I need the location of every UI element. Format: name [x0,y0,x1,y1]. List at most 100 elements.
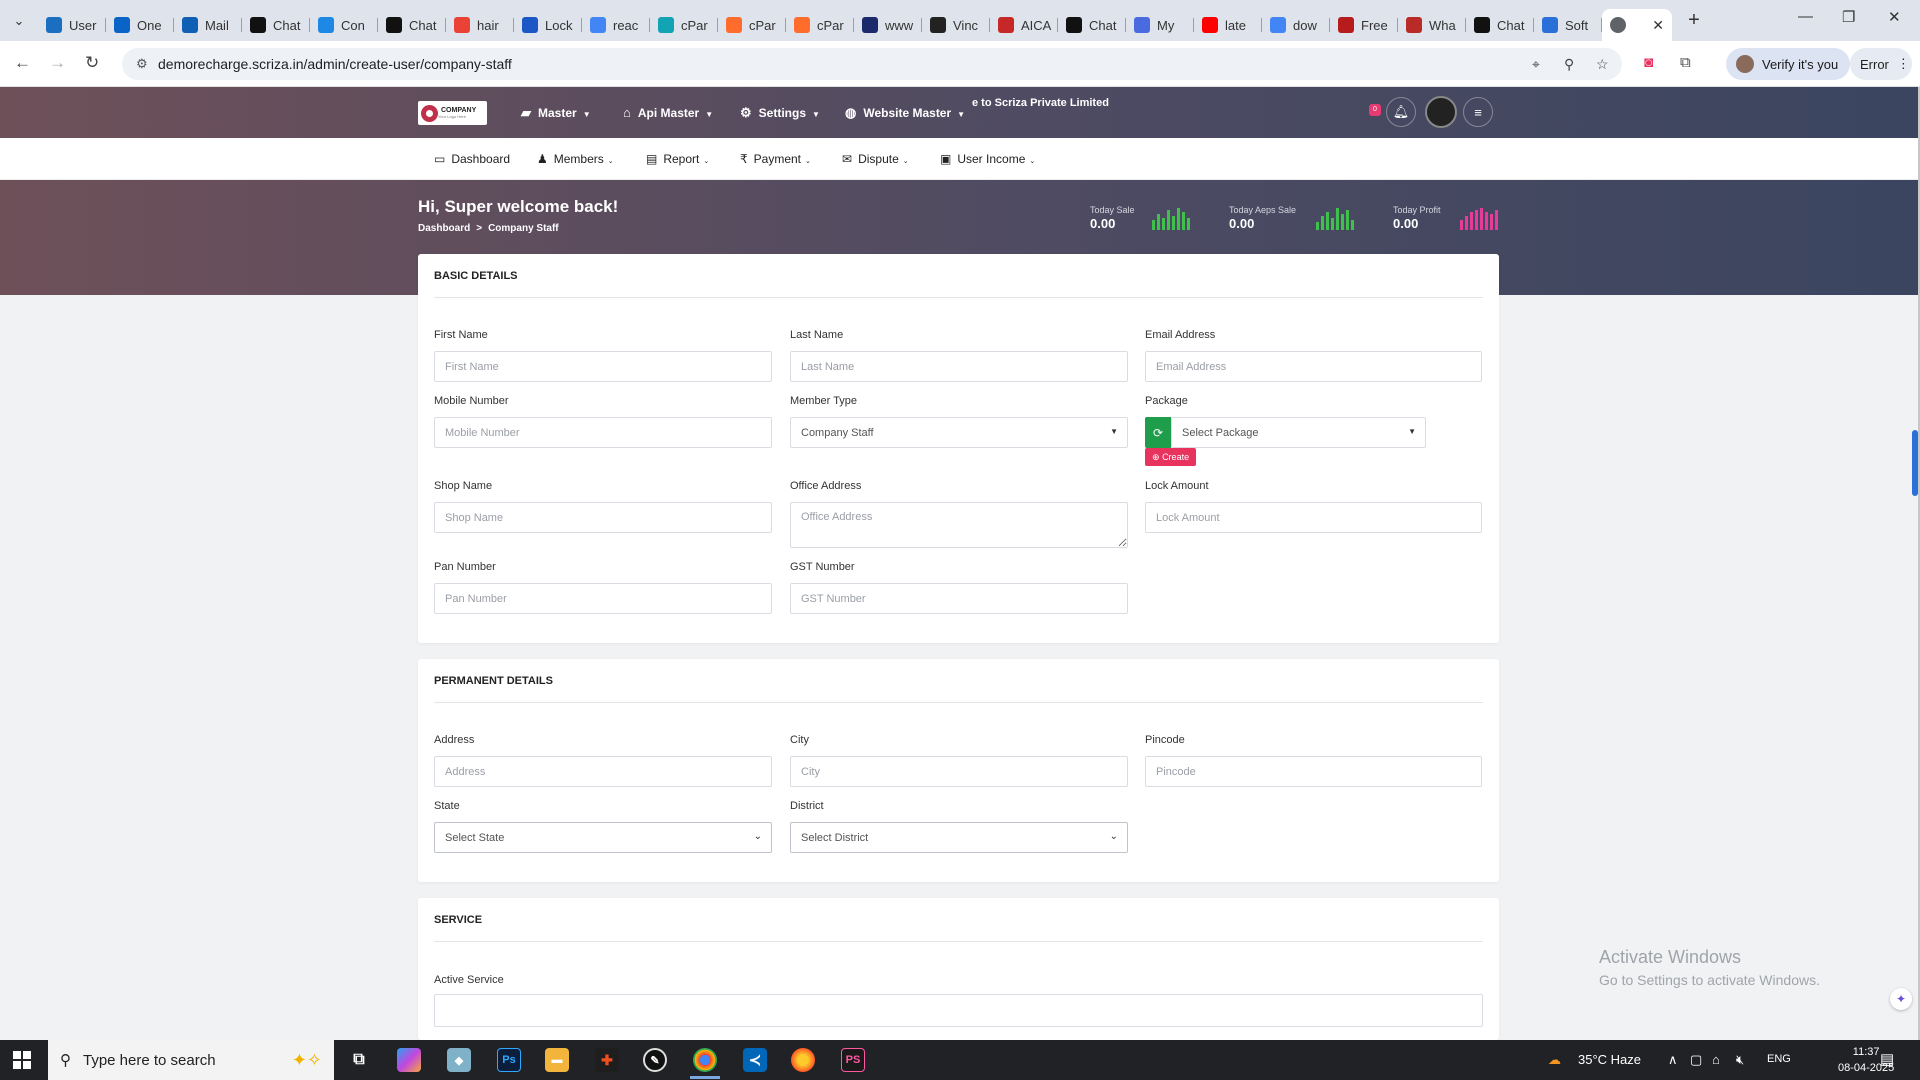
minimize-icon[interactable]: — [1798,8,1813,25]
pincode-input[interactable] [1145,756,1482,787]
weather-icon[interactable]: ☁ [1548,1052,1561,1068]
vscode-icon[interactable]: ≺ [743,1048,767,1072]
copilot-app-icon[interactable] [397,1048,421,1072]
browser-tab[interactable]: Wha [1398,9,1466,41]
lock-amount-input[interactable] [1145,502,1482,533]
browser-tab[interactable]: Vinc [922,9,990,41]
network-icon[interactable]: ⌂ [1712,1052,1720,1067]
browser-tab[interactable]: Chat [1058,9,1126,41]
refresh-icon[interactable]: ⟳ [1145,417,1171,448]
tab-search-chevron-icon[interactable]: ⌄ [0,0,38,41]
bell-icon[interactable]: 🔔︎ [1386,97,1416,127]
browser-tab[interactable]: late [1194,9,1262,41]
browser-tab[interactable]: reac [582,9,650,41]
last-name-input[interactable] [790,351,1128,382]
task-view-icon[interactable]: ⧉ [347,1048,371,1072]
file-explorer-icon[interactable]: ▬ [545,1048,569,1072]
browser-tab[interactable]: User [38,9,106,41]
topnav-api-master[interactable]: ⌂ Api Master ▼ [623,105,713,120]
subnav-dispute[interactable]: ✉ Dispute ⌄ [842,152,909,166]
extension-camera-icon[interactable]: ◙ [1644,54,1653,71]
create-package-button[interactable]: ⊕ Create [1145,448,1197,466]
url-text[interactable]: demorecharge.scriza.in/admin/create-user… [158,56,512,72]
app-compass-icon[interactable]: ✎ [643,1048,667,1072]
subnav-user-income[interactable]: ▣ User Income ⌄ [940,152,1035,166]
mobile-input[interactable] [434,417,772,448]
extensions-puzzle-icon[interactable]: ⧉ [1680,54,1691,71]
bookmark-star-icon[interactable]: ☆ [1596,56,1609,73]
subnav-members[interactable]: ♟ Members ⌄ [537,152,614,166]
browser-tab[interactable]: One [106,9,174,41]
page-scrollbar-thumb[interactable] [1912,430,1918,496]
browser-tab[interactable]: cPar [786,9,854,41]
browser-tab[interactable]: Con [310,9,378,41]
company-logo[interactable]: COMPANY Your Logo Here [418,101,487,125]
active-service-field[interactable] [434,994,1483,1027]
gst-input[interactable] [790,583,1128,614]
address-bar[interactable]: ⚙ demorecharge.scriza.in/admin/create-us… [122,48,1622,80]
windows-start-icon[interactable] [13,1051,31,1069]
browser-tab[interactable]: dow [1262,9,1330,41]
browser-tab[interactable]: Mail [174,9,242,41]
close-window-icon[interactable]: ✕ [1888,8,1901,26]
close-tab-icon[interactable]: ✕ [1652,17,1664,34]
subnav-payment[interactable]: ₹ Payment ⌄ [740,152,811,166]
browser-tab[interactable]: cPar [718,9,786,41]
error-menu-button[interactable]: Error ⋮ [1850,48,1912,80]
browser-tab[interactable]: Chat [378,9,446,41]
topnav-settings[interactable]: ⚙ Settings ▼ [740,105,820,121]
language-indicator[interactable]: ENG [1767,1053,1791,1065]
back-arrow-icon[interactable]: ← [14,53,31,73]
package-select[interactable]: Select Package ▼ [1171,417,1426,448]
city-input[interactable] [790,756,1128,787]
browser-tab[interactable]: hair [446,9,514,41]
weather-text[interactable]: 35°C Haze [1578,1052,1641,1067]
subnav-dashboard[interactable]: ▭ Dashboard [434,152,510,166]
verify-profile-button[interactable]: Verify it's you [1726,48,1850,80]
subnav-report[interactable]: ▤ Report ⌄ [646,152,709,166]
new-tab-plus-icon[interactable]: + [1678,9,1710,32]
hamburger-menu-icon[interactable]: ≡ [1463,97,1493,127]
tray-chevron-icon[interactable]: ∧ [1668,1052,1678,1068]
photoshop-icon[interactable]: Ps [497,1048,521,1072]
address-input[interactable] [434,756,772,787]
pan-input[interactable] [434,583,772,614]
browser-tab[interactable]: Free [1330,9,1398,41]
browser-tab-active[interactable]: ✕ [1602,9,1672,41]
email-input[interactable] [1145,351,1482,382]
volume-muted-icon[interactable]: 🔇︎ [1736,1052,1744,1068]
shop-name-input[interactable] [434,502,772,533]
topnav-master[interactable]: ▰ Master ▼ [521,105,591,121]
chrome-icon[interactable] [693,1048,717,1072]
meet-now-icon[interactable]: ▢ [1690,1052,1702,1068]
browser-tab[interactable]: Soft [1534,9,1602,41]
forward-arrow-icon[interactable]: → [49,53,66,73]
location-pin-icon[interactable]: ⌖ [1532,56,1540,73]
office-address-textarea[interactable] [790,502,1128,548]
breadcrumb-dashboard[interactable]: Dashboard [418,223,470,234]
zoom-icon[interactable]: ⚲ [1564,56,1574,73]
firefox-icon[interactable] [791,1048,815,1072]
restore-icon[interactable]: ❐ [1842,8,1855,26]
browser-tab[interactable]: Chat [1466,9,1534,41]
first-name-input[interactable] [434,351,772,382]
topnav-website-master[interactable]: ◍ Website Master ▼ [845,105,965,121]
notifications-icon[interactable]: ▤ [1880,1050,1894,1068]
copilot-icon[interactable]: ✦ [1890,988,1912,1010]
browser-tab[interactable]: Lock [514,9,582,41]
district-select[interactable]: Select District ⌄ [790,822,1128,853]
browser-tab[interactable]: Chat [242,9,310,41]
browser-tab[interactable]: www [854,9,922,41]
state-select[interactable]: Select State ⌄ [434,822,772,853]
user-avatar[interactable] [1425,96,1457,128]
taskbar-search-box[interactable]: ⚲ Type here to search ✦✧ [48,1040,334,1080]
browser-tab[interactable]: cPar [650,9,718,41]
app-icon[interactable]: ◆ [447,1048,471,1072]
browser-tab[interactable]: My [1126,9,1194,41]
browser-tab[interactable]: AICA [990,9,1058,41]
member-type-select[interactable]: Company Staff ▼ [790,417,1128,448]
site-info-icon[interactable]: ⚙ [136,56,148,72]
reload-icon[interactable]: ↻ [85,53,99,73]
phpstorm-icon[interactable]: PS [841,1048,865,1072]
figma-icon[interactable]: ✚ [595,1048,619,1072]
